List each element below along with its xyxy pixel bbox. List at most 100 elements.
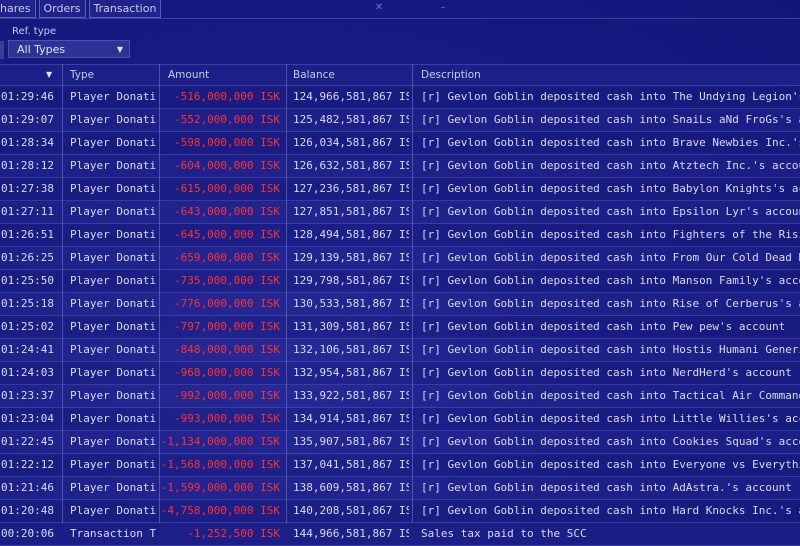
cell-time: 01:26:51 [1, 228, 54, 241]
cell-type: Player Donatio [70, 159, 156, 172]
cell-time: 01:24:03 [1, 366, 54, 379]
column-header-date[interactable]: ▼ [0, 65, 60, 85]
window-minimize-icon[interactable]: – [436, 1, 450, 14]
column-header-amount[interactable]: Amount [168, 65, 209, 85]
cell-type: Player Donatio [70, 136, 156, 149]
column-divider[interactable] [159, 64, 160, 523]
cell-balance: 126,034,581,867 IS [293, 136, 409, 149]
sort-desc-icon: ▼ [46, 70, 53, 79]
table-row[interactable]: 01:25:50 Player Donatio -735,000,000 ISK 12… [0, 270, 800, 293]
cell-description: [r] Gevlon Goblin deposited cash into Sn… [421, 113, 800, 126]
cell-balance: 127,236,581,867 IS [293, 182, 409, 195]
cell-time: 01:26:25 [1, 251, 54, 264]
cell-balance: 126,632,581,867 IS [293, 159, 409, 172]
table-row[interactable]: 01:20:48 Player Donatio -4,758,000,000 ISK… [0, 500, 800, 523]
cell-balance: 132,106,581,867 IS [293, 343, 409, 356]
table-row[interactable]: 00:20:06 Transaction Ta -1,252,500 ISK 144,… [0, 523, 800, 546]
cell-type: Player Donatio [70, 113, 156, 126]
cell-description: [r] Gevlon Goblin deposited cash into Ne… [421, 366, 792, 379]
cell-amount: -659,000,000 ISK [174, 251, 280, 264]
cell-type: Player Donatio [70, 205, 156, 218]
cell-time: 01:27:11 [1, 205, 54, 218]
cell-type: Player Donatio [70, 228, 156, 241]
ref-type-select[interactable]: All Types ▼ [8, 40, 130, 58]
column-header-description[interactable]: Description [421, 65, 481, 85]
column-header-balance[interactable]: Balance [293, 65, 335, 85]
cell-amount: -516,000,000 ISK [174, 90, 280, 103]
cell-description: [r] Gevlon Goblin deposited cash into Ad… [421, 481, 792, 494]
table-row[interactable]: 01:23:04 Player Donatio -993,000,000 ISK 13… [0, 408, 800, 431]
cell-time: 01:28:12 [1, 159, 54, 172]
cell-time: 01:24:41 [1, 343, 54, 356]
table-row[interactable]: 01:28:12 Player Donatio -604,000,000 ISK 12… [0, 155, 800, 178]
cell-type: Player Donatio [70, 297, 156, 310]
cell-time: 01:27:38 [1, 182, 54, 195]
cell-type: Player Donatio [70, 412, 156, 425]
cell-time: 01:22:12 [1, 458, 54, 471]
window-close-icon[interactable]: ✕ [372, 1, 386, 14]
cell-type: Player Donatio [70, 389, 156, 402]
table-row[interactable]: 01:28:34 Player Donatio -598,000,000 ISK 12… [0, 132, 800, 155]
cell-balance: 124,966,581,867 IS [293, 90, 409, 103]
table-row[interactable]: 01:29:46 Player Donatio -516,000,000 ISK 12… [0, 86, 800, 109]
journal-table: ▼ Type Amount Balance Description 01:29:… [0, 64, 800, 546]
table-row[interactable]: 01:25:18 Player Donatio -776,000,000 ISK 13… [0, 293, 800, 316]
cell-time: 01:22:45 [1, 435, 54, 448]
cell-time: 01:21:46 [1, 481, 54, 494]
cell-time: 01:29:07 [1, 113, 54, 126]
tab-transactions[interactable]: Transaction [88, 0, 162, 18]
table-row[interactable]: 01:21:46 Player Donatio -1,599,000,000 ISK… [0, 477, 800, 500]
cell-description: [r] Gevlon Goblin deposited cash into Ev… [421, 458, 800, 471]
cell-amount: -848,000,000 ISK [174, 343, 280, 356]
table-body: 01:29:46 Player Donatio -516,000,000 ISK 12… [0, 86, 800, 546]
cell-balance: 129,798,581,867 IS [293, 274, 409, 287]
cell-balance: 128,494,581,867 IS [293, 228, 409, 241]
table-row[interactable]: 01:23:37 Player Donatio -992,000,000 ISK 13… [0, 385, 800, 408]
table-row[interactable]: 01:24:03 Player Donatio -968,000,000 ISK 13… [0, 362, 800, 385]
column-divider[interactable] [286, 64, 287, 523]
column-header-type[interactable]: Type [70, 65, 94, 85]
ref-type-value: All Types [17, 43, 66, 56]
cell-type: Player Donatio [70, 366, 156, 379]
tab-bar: hares Orders Transaction [0, 0, 164, 19]
cell-type: Player Donatio [70, 481, 156, 494]
cell-amount: -1,134,000,000 ISK [160, 435, 280, 448]
column-divider[interactable] [412, 64, 413, 523]
cell-description: [r] Gevlon Goblin deposited cash into Li… [421, 412, 800, 425]
cell-balance: 132,954,581,867 IS [293, 366, 409, 379]
cell-type: Player Donatio [70, 182, 156, 195]
cell-balance: 135,907,581,867 IS [293, 435, 409, 448]
cell-type: Player Donatio [70, 435, 156, 448]
tab-shares[interactable]: hares [0, 0, 36, 18]
cell-type: Player Donatio [70, 458, 156, 471]
cell-amount: -776,000,000 ISK [174, 297, 280, 310]
table-row[interactable]: 01:22:45 Player Donatio -1,134,000,000 ISK… [0, 431, 800, 454]
cell-balance: 134,914,581,867 IS [293, 412, 409, 425]
chevron-down-icon: ▼ [116, 45, 123, 54]
cell-amount: -993,000,000 ISK [174, 412, 280, 425]
cell-time: 01:23:37 [1, 389, 54, 402]
column-divider[interactable] [62, 64, 63, 523]
cell-type: Player Donatio [70, 343, 156, 356]
table-row[interactable]: 01:26:51 Player Donatio -645,000,000 ISK 12… [0, 224, 800, 247]
tab-orders[interactable]: Orders [38, 0, 86, 18]
table-row[interactable]: 01:24:41 Player Donatio -848,000,000 ISK 13… [0, 339, 800, 362]
cell-amount: -645,000,000 ISK [174, 228, 280, 241]
cell-amount: -643,000,000 ISK [174, 205, 280, 218]
table-row[interactable]: 01:27:38 Player Donatio -615,000,000 ISK 12… [0, 178, 800, 201]
cell-time: 01:25:50 [1, 274, 54, 287]
table-row[interactable]: 01:22:12 Player Donatio -1,568,000,000 ISK… [0, 454, 800, 477]
cell-time: 01:20:48 [1, 504, 54, 517]
cell-description: [r] Gevlon Goblin deposited cash into Ba… [421, 182, 800, 195]
cell-description: [r] Gevlon Goblin deposited cash into Ep… [421, 205, 800, 218]
cell-amount: -797,000,000 ISK [174, 320, 280, 333]
cell-amount: -615,000,000 ISK [174, 182, 280, 195]
table-row[interactable]: 01:27:11 Player Donatio -643,000,000 ISK 12… [0, 201, 800, 224]
cell-balance: 140,208,581,867 IS [293, 504, 409, 517]
table-row[interactable]: 01:25:02 Player Donatio -797,000,000 ISK 13… [0, 316, 800, 339]
table-row[interactable]: 01:26:25 Player Donatio -659,000,000 ISK 12… [0, 247, 800, 270]
cell-balance: 137,041,581,867 IS [293, 458, 409, 471]
cell-balance: 138,609,581,867 IS [293, 481, 409, 494]
cell-time: 01:25:18 [1, 297, 54, 310]
table-row[interactable]: 01:29:07 Player Donatio -552,000,000 ISK 12… [0, 109, 800, 132]
